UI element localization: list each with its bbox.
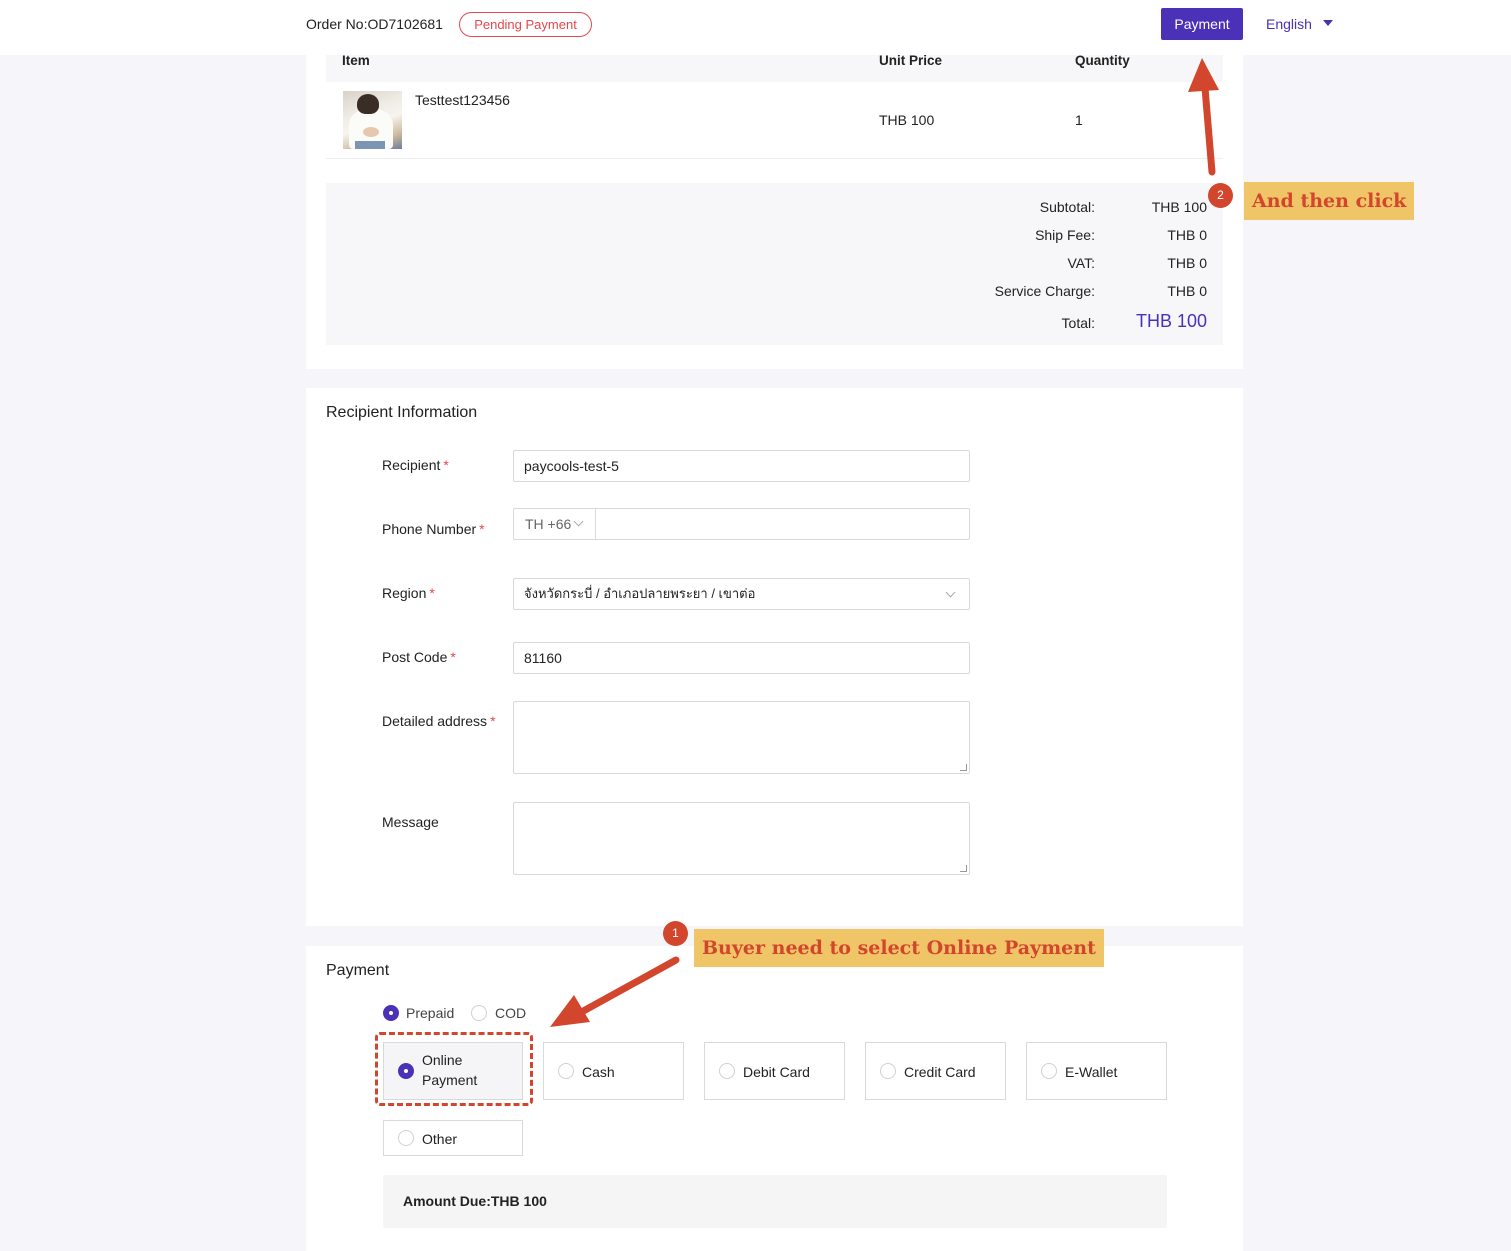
order-number: Order No:OD7102681 <box>306 16 443 32</box>
payment-option-e-wallet[interactable]: E-Wallet <box>1026 1042 1167 1100</box>
prepaid-radio[interactable] <box>383 1005 399 1021</box>
postcode-input[interactable]: 81160 <box>513 642 970 674</box>
region-select[interactable]: จังหวัดกระบี่ / อำเภอปลายพระยา / เขาต่อ <box>513 578 970 610</box>
order-card: Item Unit Price Quantity Testtest123456 … <box>306 53 1243 369</box>
total-value: THB 100 <box>1135 311 1207 331</box>
subtotal-label: Subtotal: <box>1039 199 1095 215</box>
payment-option-other[interactable]: Other <box>383 1120 523 1156</box>
ship-fee-value: THB 0 <box>1167 227 1207 243</box>
credit-card-radio[interactable] <box>880 1063 896 1079</box>
phone-label: Phone Number * <box>382 521 485 537</box>
vat-label: VAT: <box>1067 255 1096 271</box>
item-unit-price: THB 100 <box>879 112 935 128</box>
debit-card-radio[interactable] <box>719 1063 735 1079</box>
column-unit-price: Unit Price <box>879 53 943 68</box>
payment-button[interactable]: Payment <box>1161 8 1243 40</box>
service-charge-value: THB 0 <box>1167 283 1207 299</box>
e-wallet-radio[interactable] <box>1041 1063 1057 1079</box>
message-textarea[interactable] <box>513 802 970 875</box>
payment-option-debit-card[interactable]: Debit Card <box>704 1042 845 1100</box>
address-label: Detailed address * <box>382 713 496 729</box>
recipient-section-title: Recipient Information <box>326 404 478 421</box>
item-table-header: Item Unit Price Quantity <box>326 53 1223 82</box>
highlight-box <box>375 1032 533 1106</box>
country-code-select[interactable]: TH +66 <box>514 509 596 539</box>
item-quantity: 1 <box>1075 112 1083 128</box>
e-wallet-label[interactable]: E-Wallet <box>1065 1062 1117 1082</box>
step-2-callout: And then click <box>1244 182 1415 220</box>
debit-card-label[interactable]: Debit Card <box>743 1062 810 1082</box>
recipient-card: Recipient Information Recipient * paycool… <box>306 388 1243 926</box>
cod-label[interactable]: COD <box>495 1005 526 1021</box>
cash-radio[interactable] <box>558 1063 574 1079</box>
payment-option-cash[interactable]: Cash <box>543 1042 684 1100</box>
amount-due: Amount Due:THB 100 <box>403 1193 547 1209</box>
payment-option-credit-card[interactable]: Credit Card <box>865 1042 1006 1100</box>
cod-radio[interactable] <box>471 1005 487 1021</box>
step-1-badge: 1 <box>663 921 688 946</box>
order-summary: Subtotal: THB 100 Ship Fee: THB 0 VAT: T… <box>326 183 1223 345</box>
column-quantity: Quantity <box>1075 53 1130 68</box>
ship-fee-label: Ship Fee: <box>1035 227 1095 243</box>
chevron-down-icon <box>945 587 956 598</box>
amount-due-box: Amount Due:THB 100 <box>383 1175 1167 1228</box>
message-label: Message <box>382 814 439 830</box>
payment-section-title: Payment <box>326 962 390 979</box>
credit-card-label[interactable]: Credit Card <box>904 1062 976 1082</box>
postcode-label: Post Code * <box>382 649 456 665</box>
column-item: Item <box>342 53 370 68</box>
chevron-down-icon <box>573 516 584 527</box>
subtotal-value: THB 100 <box>1151 199 1207 215</box>
recipient-label: Recipient * <box>382 457 449 473</box>
other-radio[interactable] <box>398 1130 414 1146</box>
vat-value: THB 0 <box>1167 255 1207 271</box>
row-divider <box>326 158 1223 159</box>
phone-input-group: TH +66 <box>513 508 970 540</box>
product-image <box>343 91 402 149</box>
step-1-callout: Buyer need to select Online Payment <box>694 929 1104 967</box>
service-charge-label: Service Charge: <box>994 283 1095 299</box>
item-name: Testtest123456 <box>415 92 510 108</box>
total-label: Total: <box>1061 315 1095 331</box>
caret-down-icon[interactable] <box>1323 20 1333 26</box>
status-badge: Pending Payment <box>459 12 592 37</box>
top-bar: Order No:OD7102681 Pending Payment Payme… <box>0 0 1511 55</box>
cash-label[interactable]: Cash <box>582 1062 615 1082</box>
language-selector[interactable]: English <box>1266 16 1312 32</box>
step-2-badge: 2 <box>1208 183 1233 208</box>
recipient-input[interactable]: paycools-test-5 <box>513 450 970 482</box>
region-label: Region * <box>382 585 435 601</box>
prepaid-label[interactable]: Prepaid <box>406 1005 454 1021</box>
other-label[interactable]: Other <box>422 1129 457 1149</box>
address-textarea[interactable] <box>513 701 970 774</box>
